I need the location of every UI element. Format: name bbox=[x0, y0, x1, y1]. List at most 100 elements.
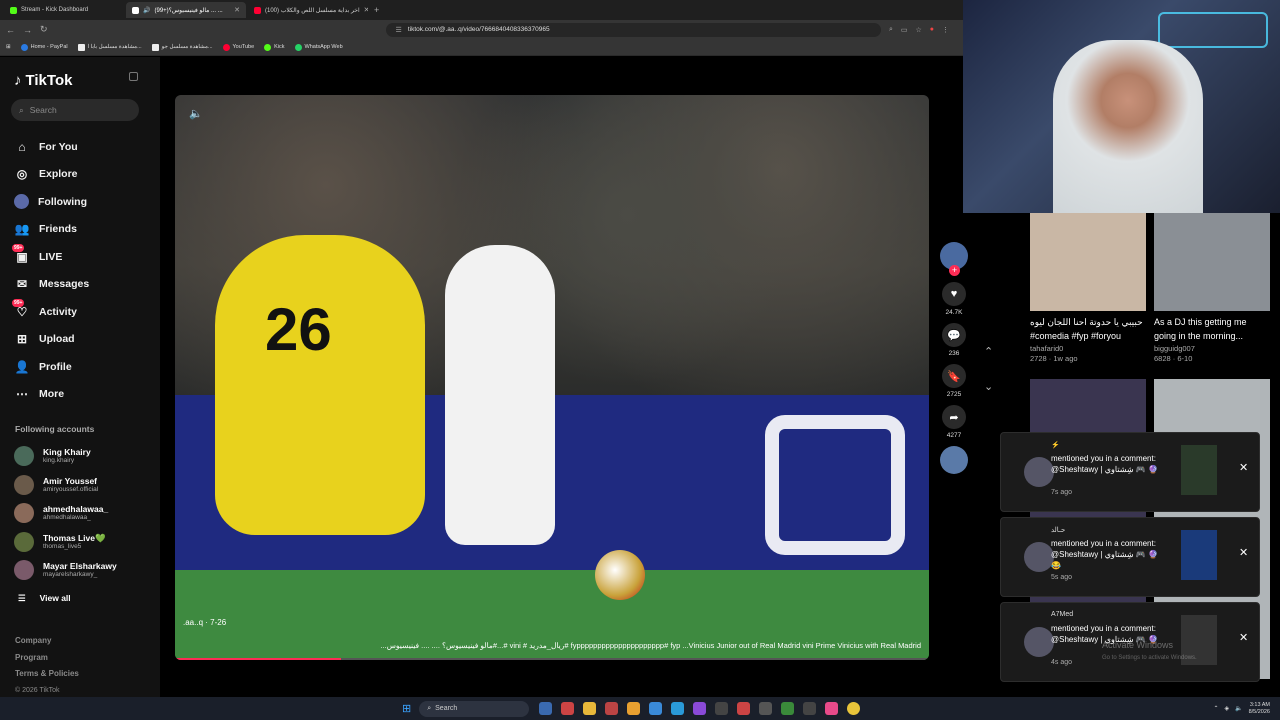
video-progress-bar[interactable] bbox=[175, 658, 929, 660]
extension-icon[interactable]: ● bbox=[930, 26, 934, 34]
bookmark-kick[interactable]: Kick bbox=[264, 43, 285, 51]
volume-icon[interactable]: 🔈 bbox=[1235, 705, 1242, 712]
bookmark-icon[interactable]: 🔖 bbox=[942, 364, 966, 388]
menu-item-following[interactable]: Following bbox=[14, 188, 154, 216]
site-info-icon[interactable]: ☰ bbox=[396, 26, 402, 34]
main-menu: ⌂ For You ◎ Explore Following 👥 Friends ▣ 99… bbox=[12, 133, 154, 409]
network-icon[interactable]: ◈ bbox=[1224, 705, 1229, 712]
search-input[interactable]: ⌕ Search bbox=[11, 99, 139, 121]
browser-tab-tiktok[interactable]: 🔊 (99+)مالو فينيسيوس؟ ... ... ✕ bbox=[126, 2, 246, 18]
follow-plus-icon[interactable]: + bbox=[949, 265, 960, 276]
app-icon[interactable] bbox=[561, 702, 575, 715]
footer-link-company[interactable]: Company bbox=[15, 633, 79, 650]
app-icon[interactable] bbox=[759, 702, 773, 715]
clock[interactable]: 3:13 AM 8/5/2026 bbox=[1249, 702, 1270, 716]
app-icon[interactable] bbox=[605, 702, 619, 715]
video-description: ...مالو فينيسيوس؟ .... .... فينيسيوس#...… bbox=[380, 641, 921, 650]
menu-item-more[interactable]: ⋯ More bbox=[14, 381, 154, 409]
chevron-up-icon[interactable]: ⌃ bbox=[984, 345, 993, 358]
apps-grid-icon[interactable]: ⊞ bbox=[6, 44, 11, 50]
app-icon[interactable] bbox=[781, 702, 795, 715]
following-account[interactable]: King Khairy king.khairy bbox=[14, 442, 154, 471]
video-thumbnail[interactable]: As a DJ this getting me going in the mor… bbox=[1154, 213, 1270, 363]
like-action[interactable]: ♥ 24.7K bbox=[940, 282, 968, 316]
collapse-sidebar-icon[interactable] bbox=[129, 72, 138, 81]
app-icon[interactable] bbox=[583, 702, 597, 715]
player-white bbox=[445, 245, 555, 545]
app-icon[interactable] bbox=[671, 702, 685, 715]
browser-tab-youtube[interactable]: (100) اخر بداية مسلسل اللص والكلاب ✕ bbox=[248, 2, 368, 18]
reload-icon[interactable]: ↻ bbox=[40, 24, 48, 35]
app-icon[interactable] bbox=[649, 702, 663, 715]
bookmark-youtube[interactable]: YouTube bbox=[222, 43, 254, 51]
view-all-button[interactable]: ☰ View all bbox=[18, 593, 71, 604]
video-thumbnail[interactable]: حبيبي يا حدوتة احنا اللجان ليوه #comedia… bbox=[1030, 213, 1146, 363]
forward-icon[interactable]: → bbox=[23, 25, 32, 35]
close-icon[interactable]: ✕ bbox=[1239, 546, 1248, 559]
app-icon[interactable] bbox=[539, 702, 553, 715]
creator-avatar[interactable]: + bbox=[940, 242, 968, 276]
following-account[interactable]: ahmedhalawaa_ ahmedhalawaa_ bbox=[14, 499, 154, 528]
zoom-icon[interactable]: ⌕ bbox=[889, 26, 893, 34]
speaker-icon: 🔊 bbox=[143, 7, 151, 14]
share-icon[interactable]: ➦ bbox=[942, 405, 966, 429]
bookmark-series-1[interactable]: مشاهدة مسلسل بابا ا... bbox=[77, 43, 142, 51]
app-icon[interactable] bbox=[627, 702, 641, 715]
footer-link-terms[interactable]: Terms & Policies bbox=[15, 666, 79, 683]
volume-icon[interactable]: 🔈 bbox=[189, 107, 203, 120]
profile-icon: 👤 bbox=[14, 359, 30, 374]
close-icon[interactable]: ✕ bbox=[234, 6, 240, 14]
music-disc-icon[interactable] bbox=[940, 446, 968, 474]
footer-link-program[interactable]: Program bbox=[15, 650, 79, 667]
bookmark-paypal[interactable]: Home - PayPal bbox=[20, 43, 68, 51]
menu-item-upload[interactable]: ⊞ Upload bbox=[14, 326, 154, 354]
app-icon[interactable] bbox=[803, 702, 817, 715]
following-account[interactable]: Mayar Elsharkawy mayarelsharkawy_ bbox=[14, 556, 154, 585]
menu-item-friends[interactable]: 👥 Friends bbox=[14, 216, 154, 244]
menu-item-activity[interactable]: ♡ 99+ Activity bbox=[12, 298, 154, 326]
close-icon[interactable]: ✕ bbox=[1239, 461, 1248, 474]
mention-notification[interactable]: حـالد mentioned you in a comment: @Shesh… bbox=[1000, 517, 1260, 597]
comment-icon[interactable]: 💬 bbox=[942, 323, 966, 347]
jersey-number: 26 bbox=[265, 296, 332, 363]
app-icon[interactable] bbox=[693, 702, 707, 715]
comment-action[interactable]: 💬 236 bbox=[940, 323, 968, 357]
bookmark-star-icon[interactable]: ☆ bbox=[915, 26, 921, 34]
back-icon[interactable]: ← bbox=[6, 25, 15, 35]
close-icon[interactable]: ✕ bbox=[364, 6, 368, 14]
menu-item-for-you[interactable]: ⌂ For You bbox=[14, 133, 154, 161]
menu-item-messages[interactable]: ✉ Messages bbox=[14, 271, 154, 299]
cast-icon[interactable]: ▭ bbox=[901, 26, 908, 34]
video-player[interactable]: 26 🔈 .aa..q · 7-26 ...مالو فينيسيوس؟ ...… bbox=[175, 95, 929, 660]
app-icon[interactable] bbox=[715, 702, 729, 715]
url-bar[interactable]: ☰ tiktok.com/@.aa..q/video/7666840408336… bbox=[385, 22, 881, 37]
windows-start-icon[interactable]: ⊞ bbox=[402, 702, 411, 715]
tray-chevron-icon[interactable]: ⌃ bbox=[1213, 705, 1218, 712]
taskbar-search-label: Search bbox=[435, 705, 458, 712]
chrome-icon[interactable] bbox=[847, 702, 861, 715]
menu-item-live[interactable]: ▣ 99+ LIVE bbox=[12, 243, 154, 271]
tiktok-logo[interactable]: ♪ TikTok bbox=[14, 72, 72, 89]
new-tab-icon[interactable]: + bbox=[370, 5, 383, 15]
following-accounts-list: King Khairy king.khairy Amir Youssef amiry… bbox=[14, 442, 154, 585]
menu-item-profile[interactable]: 👤 Profile bbox=[14, 353, 154, 381]
taskbar-search[interactable]: ⌕ Search bbox=[419, 700, 530, 717]
share-action[interactable]: ➦ 4277 bbox=[940, 405, 968, 439]
video-author[interactable]: .aa..q · 7-26 bbox=[183, 618, 921, 627]
chevron-down-icon[interactable]: ⌄ bbox=[984, 380, 993, 393]
bookmark-whatsapp[interactable]: WhatsApp Web bbox=[294, 43, 343, 51]
close-icon[interactable]: ✕ bbox=[1239, 631, 1248, 644]
mention-notification[interactable]: ⚡ mentioned you in a comment: @Sheshtawy… bbox=[1000, 432, 1260, 512]
following-account[interactable]: Thomas Live💚 thomas_live5 bbox=[14, 528, 154, 557]
save-action[interactable]: 🔖 2725 bbox=[940, 364, 968, 398]
heart-icon[interactable]: ♥ bbox=[942, 282, 966, 306]
menu-item-explore[interactable]: ◎ Explore bbox=[14, 161, 154, 189]
bookmark-label: WhatsApp Web bbox=[304, 44, 343, 50]
notification-time: 7s ago bbox=[1051, 489, 1073, 496]
app-icon[interactable] bbox=[737, 702, 751, 715]
following-account[interactable]: Amir Youssef amiryoussef.official bbox=[14, 471, 154, 500]
bookmark-series-2[interactable]: مشاهدة مسلسل جو... bbox=[151, 43, 213, 51]
browser-tab-kick[interactable]: Stream - Kick Dashboard bbox=[4, 2, 124, 18]
menu-icon[interactable]: ⋮ bbox=[942, 26, 949, 34]
app-icon[interactable] bbox=[825, 702, 839, 715]
